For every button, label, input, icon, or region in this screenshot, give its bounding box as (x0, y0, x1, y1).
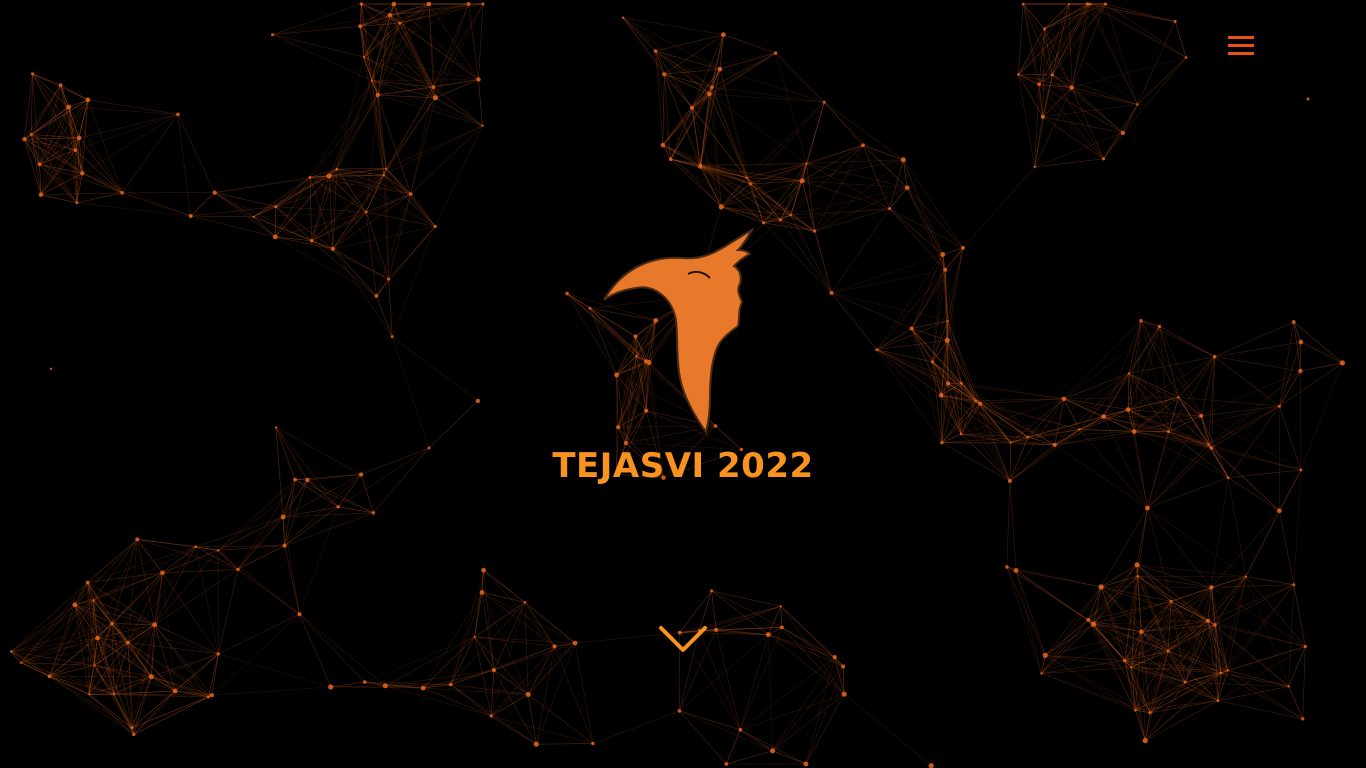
hamburger-menu-icon (1228, 36, 1254, 55)
landing-page: TEJASVI 2022 (0, 0, 1366, 768)
chevron-down-icon (659, 626, 707, 652)
scroll-down-button[interactable] (656, 620, 710, 660)
menu-button[interactable] (1224, 32, 1258, 62)
